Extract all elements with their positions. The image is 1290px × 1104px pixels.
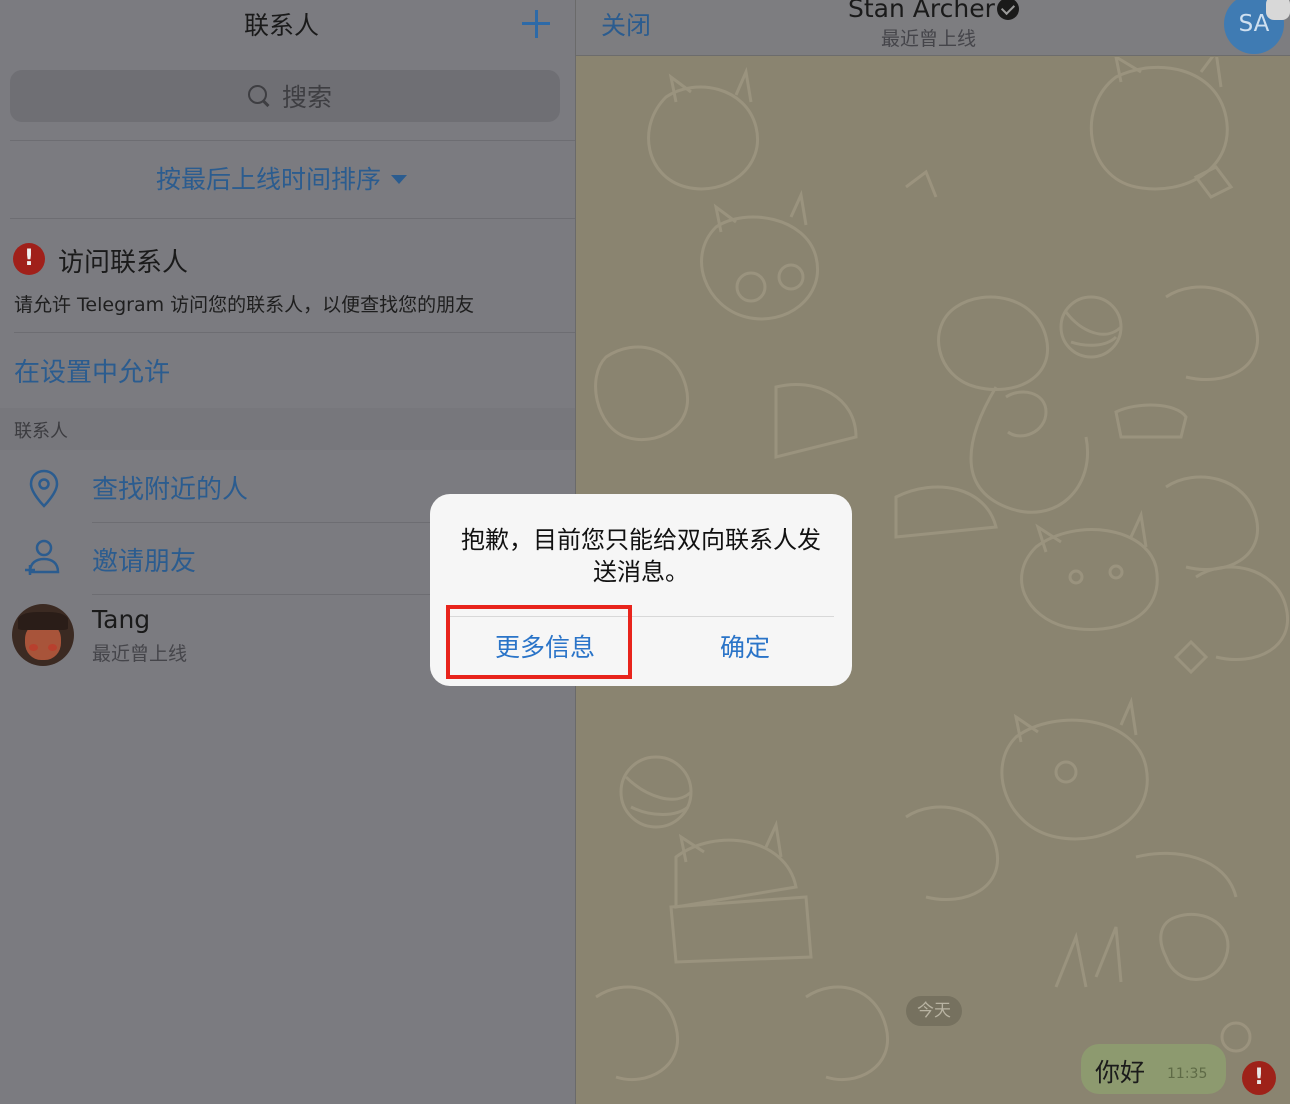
sort-dropdown[interactable]: 按最后上线时间排序 [0,160,563,196]
sort-label: 按最后上线时间排序 [155,165,381,194]
ok-button[interactable]: 确定 [640,624,850,672]
chat-contact-status: 最近曾上线 [881,28,977,50]
message-text: 你好 [1095,1058,1146,1087]
search-icon [246,83,272,109]
add-contact-icon[interactable] [516,4,556,44]
date-separator: 今天 [906,996,962,1026]
caret-down-icon [391,175,407,184]
close-button[interactable]: 关闭 [601,6,651,42]
divider [10,218,575,219]
allow-in-settings-link[interactable]: 在设置中允许 [14,352,170,389]
outgoing-message-bubble[interactable]: 你好 11:35 [1081,1044,1226,1094]
divider [14,332,575,333]
verified-icon [996,0,1019,20]
section-header-band [0,408,575,450]
section-header: 联系人 [14,421,68,442]
permission-title: 访问联系人 [58,248,189,278]
contacts-title: 联系人 [243,11,319,40]
chat-title[interactable]: Stan Archer [848,0,1019,23]
highlight-box [446,605,632,679]
alert-message: 抱歉，目前您只能给双向联系人发送消息。 [461,526,821,586]
search-placeholder: 搜索 [282,83,333,112]
contact-name: Tang [92,605,151,634]
location-pin-icon [29,469,59,508]
warning-icon: ! [13,243,45,275]
contact-status: 最近曾上线 [92,643,188,665]
send-failed-icon[interactable]: ! [1242,1061,1276,1095]
invite-friends-button[interactable]: 邀请朋友 [92,541,196,578]
add-person-icon [25,539,60,575]
divider [10,140,575,141]
contacts-header: 联系人 [0,0,575,56]
window-control [1266,0,1290,20]
find-nearby-button[interactable]: 查找附近的人 [92,469,248,506]
chat-header: 关闭 Stan Archer 最近曾上线 SA [576,0,1290,56]
search-bar[interactable]: 搜索 [10,70,560,122]
chat-contact-name: Stan Archer [848,0,995,23]
message-time: 11:35 [1167,1066,1208,1082]
permission-description: 请允许 Telegram 访问您的联系人，以便查找您的朋友 [14,294,475,316]
avatar [12,604,74,666]
